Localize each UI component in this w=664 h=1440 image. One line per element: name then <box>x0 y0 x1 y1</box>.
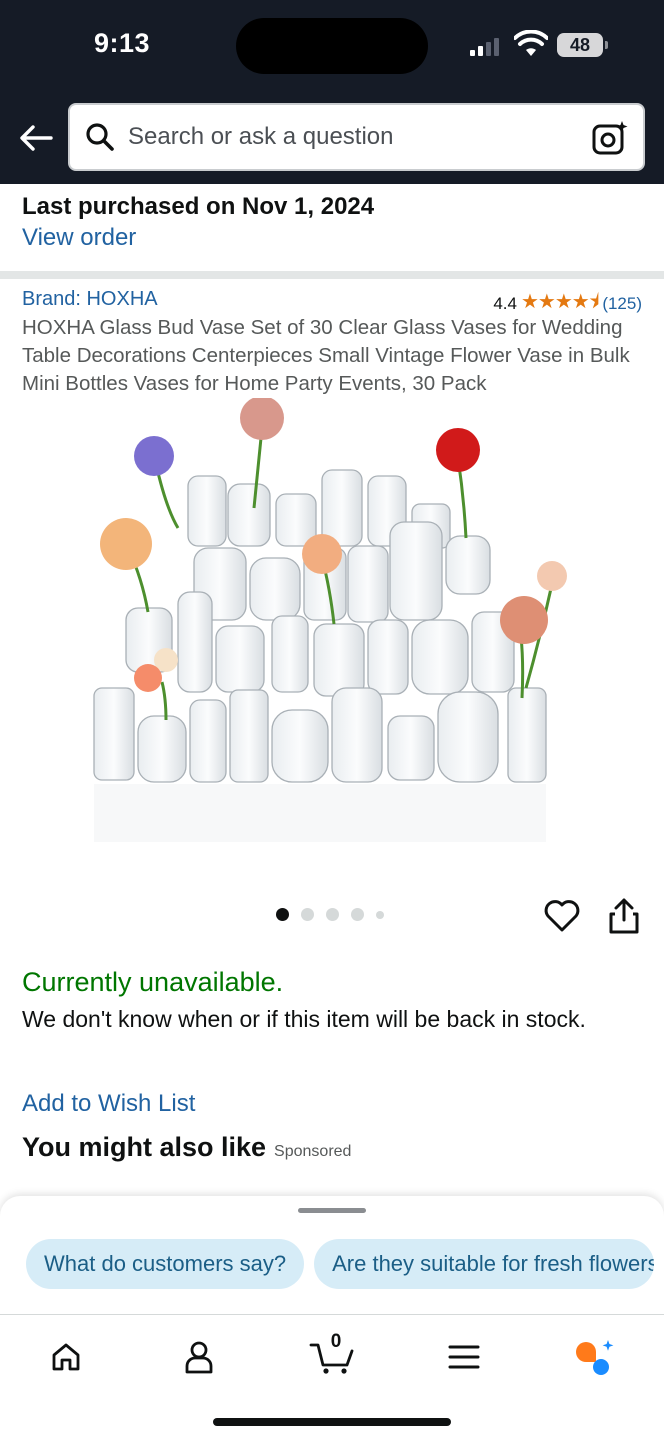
tab-home[interactable] <box>44 1335 88 1379</box>
account-icon <box>185 1341 213 1374</box>
tab-rufus[interactable] <box>572 1335 616 1379</box>
carousel-dot[interactable] <box>351 908 364 921</box>
search-bar[interactable] <box>68 103 645 171</box>
rating-value: 4.4 <box>493 294 517 313</box>
add-to-wishlist-link[interactable]: Add to Wish List <box>22 1090 195 1118</box>
cell-signal-icon <box>470 36 499 56</box>
review-count: (125) <box>602 294 642 313</box>
home-indicator <box>213 1418 451 1426</box>
share-icon[interactable] <box>606 896 642 936</box>
wifi-icon <box>514 30 548 56</box>
battery-indicator: 48 <box>557 33 608 57</box>
availability-message: We don't know when or if this item will … <box>22 1006 586 1032</box>
image-carousel-indicator[interactable] <box>276 908 384 921</box>
status-time: 9:13 <box>94 28 151 58</box>
cart-count-badge: 0 <box>330 1331 342 1352</box>
suggestion-chip[interactable]: What do customers say? <box>26 1239 305 1289</box>
heart-icon[interactable] <box>543 897 581 935</box>
suggestion-chips: What do customers say? Are they suitable… <box>26 1239 655 1289</box>
recommendations-heading: You might also like Sponsored <box>22 1132 351 1163</box>
product-title: HOXHA Glass Bud Vase Set of 30 Clear Gla… <box>22 316 630 395</box>
carousel-dot[interactable] <box>376 910 384 919</box>
menu-icon <box>448 1345 480 1369</box>
last-purchased-text: Last purchased on Nov 1, 2024 <box>22 193 375 220</box>
dynamic-island <box>236 18 428 74</box>
camera-sparkle-icon[interactable] <box>591 119 629 157</box>
carousel-dot[interactable] <box>326 908 339 921</box>
arrow-left-icon <box>20 125 53 151</box>
tab-menu[interactable] <box>442 1335 486 1379</box>
section-divider <box>0 271 664 279</box>
home-icon <box>52 1343 80 1371</box>
suggestion-chip[interactable]: Are they suitable for fresh flowers? <box>314 1239 655 1289</box>
sponsored-label: Sponsored <box>274 1143 352 1160</box>
availability-status: Currently unavailable. <box>22 967 284 997</box>
rufus-assistant-icon <box>576 1340 614 1375</box>
carousel-dot-active[interactable] <box>276 908 289 921</box>
back-button[interactable] <box>16 118 56 158</box>
view-order-link[interactable]: View order <box>22 224 136 252</box>
search-icon <box>86 123 114 151</box>
search-input[interactable] <box>128 123 568 151</box>
app-header: 9:13 48 <box>0 0 664 184</box>
product-image[interactable] <box>86 398 582 860</box>
brand-link[interactable]: Brand: HOXHA <box>22 288 158 311</box>
rufus-suggestion-sheet[interactable]: What do customers say? Are they suitable… <box>0 1196 664 1316</box>
carousel-dot[interactable] <box>301 908 314 921</box>
recommendations-title: You might also like <box>22 1132 267 1162</box>
sheet-grab-handle[interactable] <box>298 1208 366 1213</box>
tab-account[interactable] <box>177 1335 221 1379</box>
